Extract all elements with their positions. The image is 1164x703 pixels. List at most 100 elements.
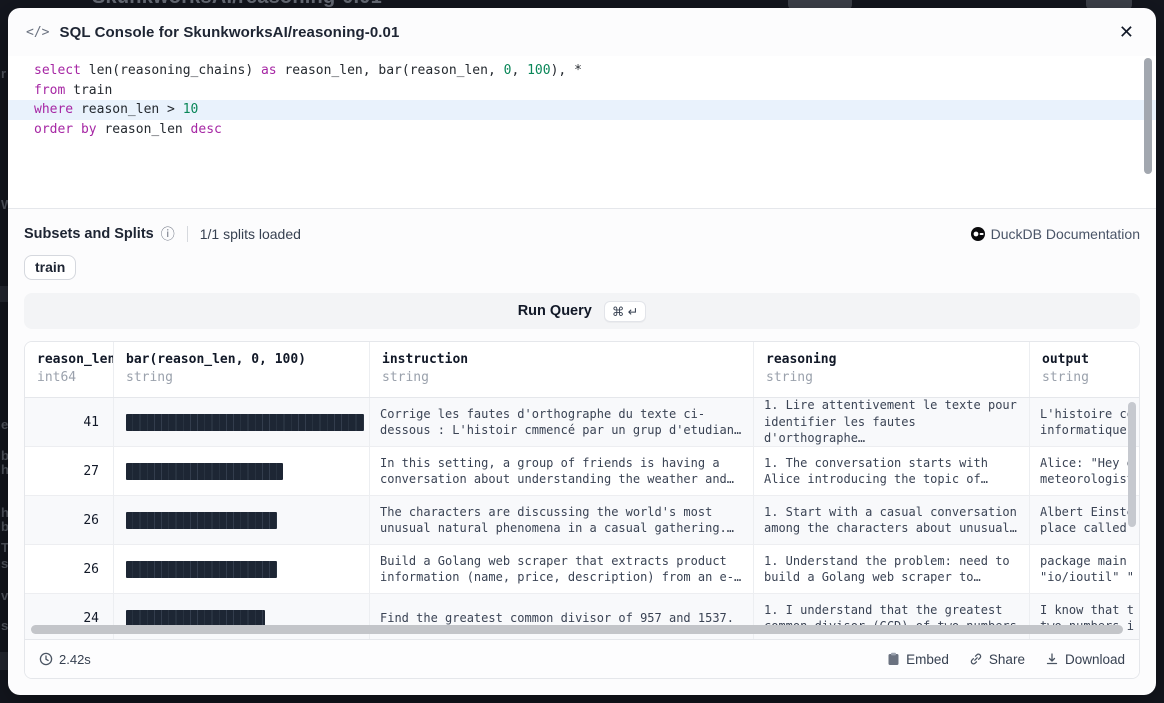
cell-output: Albert Einste place called [1030, 496, 1139, 544]
code-token: from [34, 83, 65, 98]
column-type: int64 [37, 370, 101, 385]
clock-icon [39, 652, 53, 666]
background-fragment-block [0, 652, 8, 670]
table-header-row: reason_lenint64bar(reason_len, 0, 100)st… [25, 342, 1139, 398]
divider [187, 226, 188, 242]
embed-button[interactable]: Embed [887, 652, 949, 667]
cell-bar [114, 447, 370, 495]
table-body: 41 Corrige les fautes d'orthographe du te… [25, 398, 1139, 641]
column-name: reason_len [37, 352, 101, 367]
info-icon[interactable]: ⓘ [161, 224, 175, 244]
subsets-row: Subsets and Splits ⓘ 1/1 splits loaded D… [24, 223, 1140, 245]
column-name: bar(reason_len, 0, 100) [126, 352, 357, 367]
cell-bar [114, 545, 370, 593]
code-token: train [65, 83, 112, 98]
cell-reasoning: 1. Start with a casual conversation amon… [754, 496, 1030, 544]
code-line: select len(reasoning_chains) as reason_l… [8, 61, 1156, 81]
modal-title: SQL Console for SkunkworksAI/reasoning-0… [59, 24, 399, 41]
results-footer: 2.42s Embed Share [25, 639, 1139, 678]
cell-instruction: Build a Golang web scraper that extracts… [370, 545, 754, 593]
scrollbar-thumb[interactable] [31, 625, 1123, 634]
cell-reason-len: 27 [25, 447, 114, 495]
query-duration-value: 2.42s [59, 652, 91, 667]
cell-instruction: Corrige les fautes d'orthographe du text… [370, 398, 754, 446]
code-icon: </> [26, 25, 49, 40]
keyboard-shortcut-badge: ⌘ ↵ [604, 301, 646, 322]
editor-vertical-scrollbar[interactable] [1144, 58, 1152, 204]
column-name: output [1042, 352, 1140, 367]
column-type: string [766, 370, 1017, 385]
code-token: order [34, 122, 73, 137]
background-dataset-title: SkunkworksAI/reasoning-0.01 [92, 0, 382, 8]
code-line: where reason_len > 10 [8, 100, 1156, 120]
cell-output: package main "io/ioutil" " [1030, 545, 1139, 593]
cell-output-text: Albert Einste place called [1040, 504, 1134, 537]
run-query-button[interactable]: Run Query ⌘ ↵ [24, 293, 1140, 329]
cell-reasoning-text: 1. Understand the problem: need to build… [764, 553, 1010, 586]
subsets-label: Subsets and Splits [24, 226, 154, 242]
code-token: 10 [183, 102, 199, 117]
duckdb-documentation-label: DuckDB Documentation [991, 226, 1140, 242]
cell-reasoning-text: 1. The conversation starts with Alice in… [764, 455, 988, 488]
cell-output-text: package main "io/ioutil" " [1040, 553, 1134, 586]
bar-value [126, 561, 277, 578]
download-button[interactable]: Download [1045, 652, 1125, 667]
code-token: reason_len, bar(reason_len, [277, 63, 504, 78]
code-token: ), * [551, 63, 582, 78]
duckdb-icon [971, 227, 985, 241]
query-duration: 2.42s [39, 652, 91, 667]
cell-output-text: Alice: "Hey g meteorologist [1040, 455, 1134, 488]
cell-bar [114, 496, 370, 544]
code-token: reason_len [97, 122, 191, 137]
download-label: Download [1065, 652, 1125, 667]
code-token: desc [191, 122, 222, 137]
code-token [73, 122, 81, 137]
code-line: from train [8, 81, 1156, 101]
close-icon[interactable]: ✕ [1115, 19, 1138, 45]
modal-header: </> SQL Console for SkunkworksAI/reasoni… [8, 8, 1156, 56]
table-row: 26The characters are discussing the worl… [25, 496, 1139, 545]
cell-reasoning: 1. Understand the problem: need to build… [754, 545, 1030, 593]
code-token: select [34, 63, 81, 78]
column-header-instruction: instructionstring [370, 342, 754, 397]
split-chip-train[interactable]: train [24, 255, 76, 280]
sql-editor-lines: select len(reasoning_chains) as reason_l… [8, 61, 1156, 139]
cell-reason-len: 26 [25, 496, 114, 544]
cell-bar [114, 398, 370, 446]
column-header-bar-reason-len-0-100: bar(reason_len, 0, 100)string [114, 342, 370, 397]
cell-instruction-text: Corrige les fautes d'orthographe du text… [380, 406, 741, 439]
cell-instruction: In this setting, a group of friends is h… [370, 447, 754, 495]
footer-actions: Embed Share Download [887, 652, 1125, 667]
code-line: order by reason_len desc [8, 120, 1156, 140]
cell-reason-len: 41 [25, 398, 114, 446]
sql-console-modal: </> SQL Console for SkunkworksAI/reasoni… [8, 8, 1156, 695]
download-icon [1045, 652, 1059, 666]
cell-reasoning: 1. The conversation starts with Alice in… [754, 447, 1030, 495]
column-header-reasoning: reasoningstring [754, 342, 1030, 397]
background-page-header: SkunkworksAI/reasoning-0.01 [0, 0, 1164, 8]
code-token: 100 [527, 63, 550, 78]
embed-icon [887, 652, 900, 666]
cell-instruction-text: In this setting, a group of friends is h… [380, 455, 734, 488]
run-query-label: Run Query [518, 303, 592, 319]
column-type: string [1042, 370, 1140, 385]
code-token: , [511, 63, 527, 78]
table-row: 41 Corrige les fautes d'orthographe du te… [25, 398, 1139, 447]
sql-editor[interactable]: select len(reasoning_chains) as reason_l… [8, 56, 1156, 209]
share-label: Share [989, 652, 1025, 667]
results-table-container: reason_lenint64bar(reason_len, 0, 100)st… [24, 341, 1140, 679]
table-vertical-scrollbar[interactable] [1128, 402, 1136, 602]
code-token: as [261, 63, 277, 78]
splits-loaded-text: 1/1 splits loaded [200, 226, 301, 242]
cell-reasoning: 1. Lire attentivement le texte pour iden… [754, 398, 1030, 446]
scrollbar-thumb[interactable] [1144, 58, 1152, 174]
duckdb-documentation-link[interactable]: DuckDB Documentation [971, 226, 1140, 242]
share-button[interactable]: Share [969, 652, 1025, 667]
table-row: 26Build a Golang web scraper that extrac… [25, 545, 1139, 594]
share-link-icon [969, 652, 983, 666]
embed-label: Embed [906, 652, 949, 667]
scrollbar-thumb[interactable] [1128, 402, 1136, 527]
table-horizontal-scrollbar[interactable] [25, 624, 1139, 635]
cell-instruction-text: Build a Golang web scraper that extracts… [380, 553, 741, 586]
table-row: 27 In this setting, a group of friends is… [25, 447, 1139, 496]
